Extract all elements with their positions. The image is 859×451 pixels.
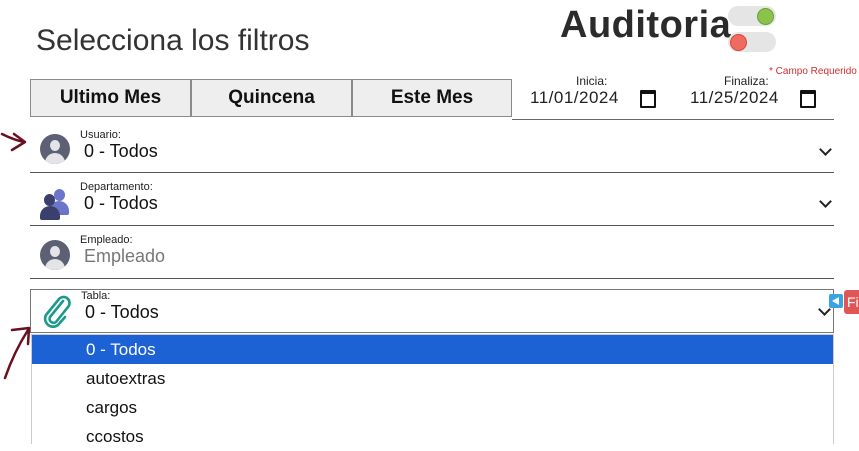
dropdown-option[interactable]: cargos	[32, 393, 833, 422]
empleado-field[interactable]: Empleado: Empleado	[30, 226, 834, 279]
usuario-label: Usuario:	[80, 129, 121, 141]
quincena-button[interactable]: Quincena	[191, 79, 352, 117]
dropdown-option[interactable]: ccostos	[32, 422, 833, 451]
user-avatar-icon	[40, 240, 70, 270]
user-avatar-icon	[40, 134, 70, 164]
calendar-icon[interactable]	[640, 90, 656, 108]
tabla-label: Tabla:	[81, 290, 111, 302]
toggle-knob-icon	[730, 34, 747, 51]
este-mes-button[interactable]: Este Mes	[352, 79, 512, 117]
required-field-note: * Campo Requerido	[769, 66, 857, 77]
chevron-down-icon[interactable]	[819, 195, 832, 208]
empleado-label: Empleado:	[80, 234, 133, 246]
toggle-switch-on[interactable]	[728, 6, 776, 26]
date-divider	[512, 119, 834, 120]
toggle-knob-icon	[757, 8, 774, 25]
departamento-label: Departamento:	[80, 181, 153, 193]
tabla-value[interactable]: 0 - Todos	[85, 302, 159, 323]
chevron-down-icon[interactable]	[819, 143, 832, 156]
tabla-select[interactable]: Tabla: 0 - Todos	[30, 289, 834, 333]
collapse-arrow-icon[interactable]	[829, 294, 843, 308]
departamento-value[interactable]: 0 - Todos	[84, 193, 158, 214]
app-title: Auditoria	[560, 4, 732, 46]
empleado-input[interactable]: Empleado	[84, 246, 165, 267]
calendar-icon[interactable]	[800, 90, 816, 108]
end-date-input[interactable]: 11/25/2024	[690, 88, 779, 108]
usuario-value[interactable]: 0 - Todos	[84, 141, 158, 162]
dropdown-option[interactable]: autoextras	[32, 364, 833, 393]
side-tab[interactable]: Fi	[844, 290, 859, 314]
departamento-select[interactable]: Departamento: 0 - Todos	[30, 173, 834, 226]
annotation-arrow-icon	[3, 326, 31, 380]
paperclip-icon	[43, 295, 71, 328]
end-date-label: Finaliza:	[724, 74, 769, 88]
ultimo-mes-button[interactable]: Ultimo Mes	[30, 79, 191, 117]
start-date-input[interactable]: 11/01/2024	[530, 88, 619, 108]
annotation-arrow-icon	[0, 132, 27, 152]
start-date-label: Inicia:	[576, 74, 608, 88]
group-users-icon	[40, 189, 74, 220]
page-title: Selecciona los filtros	[36, 24, 310, 57]
tabla-dropdown-list[interactable]: 0 - Todos autoextras cargos ccostos	[31, 334, 834, 446]
usuario-select[interactable]: Usuario: 0 - Todos	[30, 121, 834, 173]
toggle-switch-off[interactable]	[728, 32, 776, 52]
dropdown-option[interactable]: 0 - Todos	[32, 335, 833, 364]
